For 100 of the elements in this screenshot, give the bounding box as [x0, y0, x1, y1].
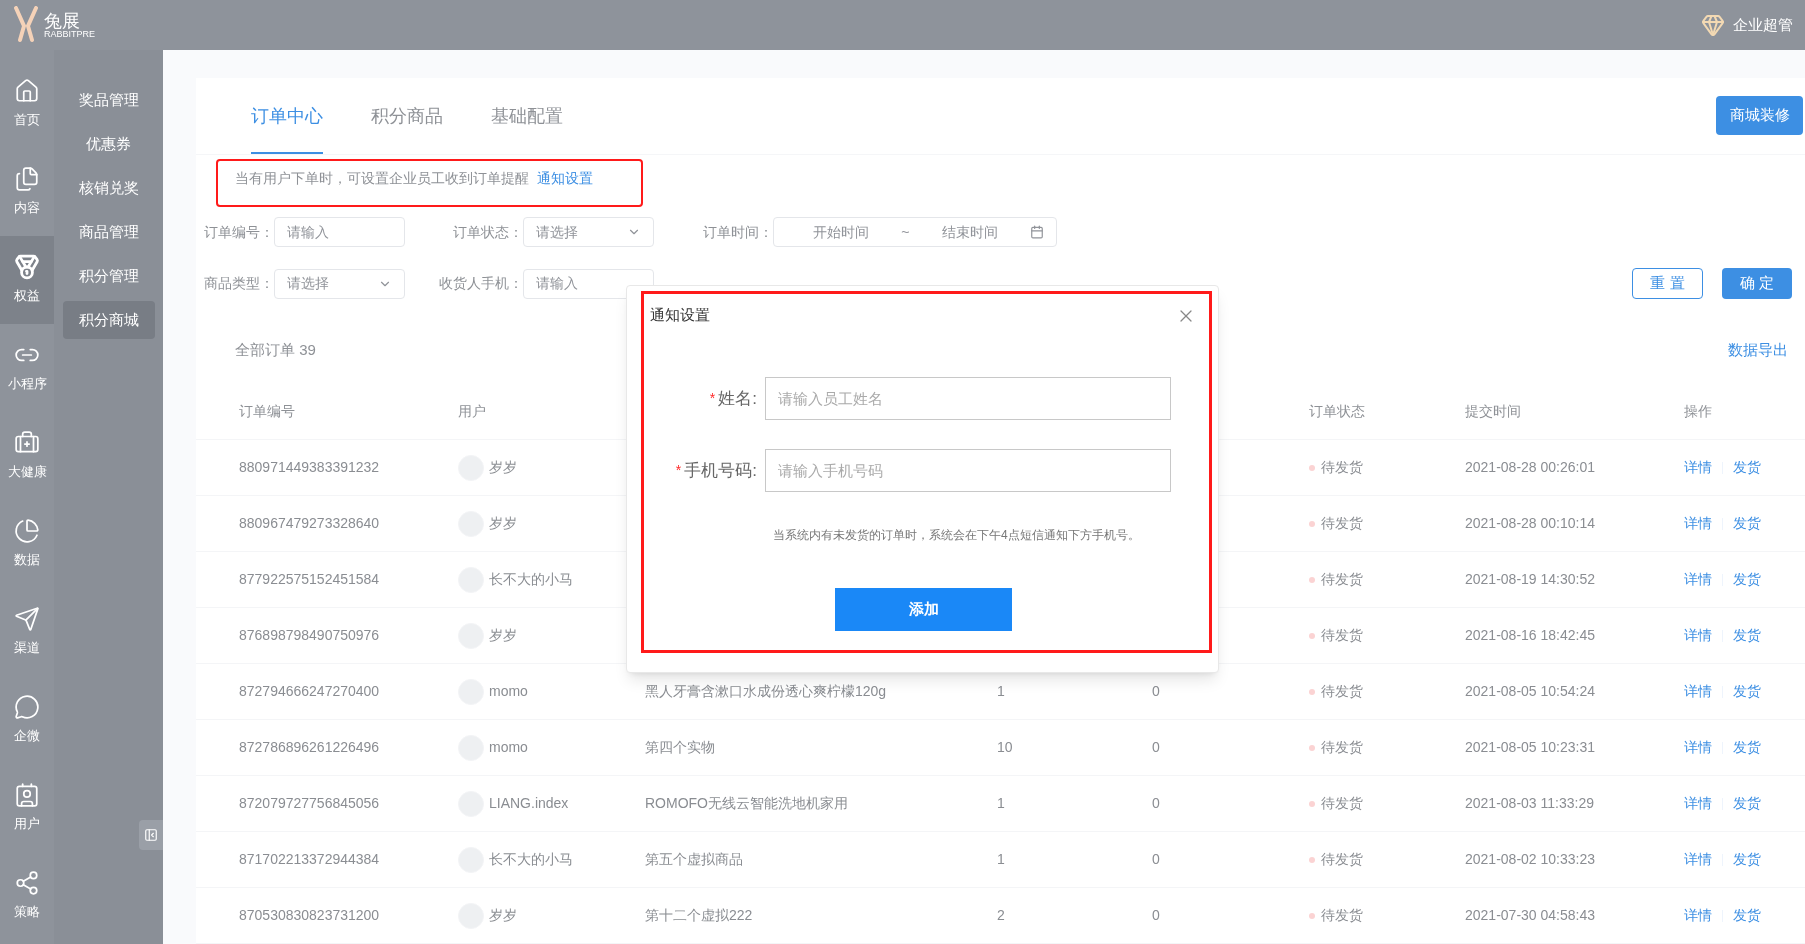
action-link[interactable]: 发货: [1733, 681, 1761, 702]
action-link[interactable]: 发货: [1733, 457, 1761, 478]
reset-button[interactable]: 重 置: [1632, 268, 1703, 299]
rail-item[interactable]: 数据: [0, 500, 54, 588]
documents-icon: [14, 166, 40, 193]
action-link[interactable]: 发货: [1733, 737, 1761, 758]
tab[interactable]: 积分商品: [371, 103, 443, 154]
quantity: 1: [997, 682, 1006, 701]
column-header: 提交时间: [1465, 402, 1522, 421]
user-name: 岁岁: [489, 458, 517, 477]
dialog-title: 通知设置: [650, 305, 710, 326]
action-link[interactable]: 详情: [1684, 793, 1712, 814]
select-field[interactable]: 请选择: [523, 217, 654, 247]
filter-label: 收货人手机：: [438, 274, 523, 293]
action-link[interactable]: 发货: [1733, 905, 1761, 926]
action-link[interactable]: 详情: [1684, 513, 1712, 534]
filter-label: 订单时间：: [702, 222, 773, 242]
export-link[interactable]: 数据导出: [1728, 338, 1788, 362]
product-name: 第十二个虚拟222: [645, 906, 754, 925]
order-status: 待发货: [1321, 458, 1363, 477]
points: 0: [1152, 906, 1161, 925]
quantity: 1: [997, 794, 1006, 813]
shop-decor-button[interactable]: 商城装修: [1716, 96, 1803, 135]
tab[interactable]: 订单中心: [251, 103, 323, 154]
quantity: 1: [997, 850, 1006, 869]
action-link[interactable]: 详情: [1684, 457, 1712, 478]
submit-time: 2021-08-28 00:10:14: [1465, 514, 1596, 533]
notify-settings-link[interactable]: 通知设置: [537, 167, 593, 189]
rail-item[interactable]: 大健康: [0, 412, 54, 500]
filter-label: 商品类型：: [203, 274, 274, 293]
required-mark: *: [675, 461, 682, 480]
action-link[interactable]: 发货: [1733, 513, 1761, 534]
user-name: momo: [489, 738, 528, 757]
submit-time: 2021-08-28 00:26:01: [1465, 458, 1596, 477]
rail-item[interactable]: 渠道: [0, 588, 54, 676]
column-header: 用户: [458, 402, 487, 421]
quantity: 2: [997, 906, 1006, 925]
rail-item[interactable]: 权益: [0, 236, 54, 324]
submenu-item[interactable]: 优惠券: [62, 125, 155, 163]
house-icon: [14, 78, 40, 105]
submit-time: 2021-08-02 10:33:23: [1465, 850, 1596, 869]
order-number: 872079727756845056: [239, 794, 381, 813]
confirm-button[interactable]: 确 定: [1722, 268, 1792, 299]
submenu-item[interactable]: 核销兑奖: [62, 169, 155, 207]
points: 0: [1152, 794, 1161, 813]
add-button[interactable]: 添加: [835, 588, 1012, 631]
select-field[interactable]: 请选择: [274, 268, 405, 299]
submit-time: 2021-08-19 14:30:52: [1465, 570, 1596, 589]
calendar-icon: [1030, 225, 1044, 239]
order-status: 待发货: [1321, 794, 1363, 813]
text-field[interactable]: 请输入: [274, 217, 405, 247]
rail-item[interactable]: 策略: [0, 852, 54, 940]
points: 0: [1152, 682, 1161, 701]
collapse-handle[interactable]: [139, 820, 163, 850]
action-link[interactable]: 详情: [1684, 625, 1712, 646]
user-role-label[interactable]: 企业超管: [1733, 13, 1793, 37]
action-link[interactable]: 发货: [1733, 569, 1761, 590]
share-icon: [14, 870, 40, 897]
action-link[interactable]: 详情: [1684, 905, 1712, 926]
contact-card-icon: [14, 782, 40, 809]
rail-item[interactable]: 内容: [0, 148, 54, 236]
rail-item[interactable]: 小程序: [0, 324, 54, 412]
order-status: 待发货: [1321, 570, 1363, 589]
submit-time: 2021-07-30 04:58:43: [1465, 906, 1596, 925]
order-number: 877922575152451584: [239, 570, 381, 589]
date-range-field[interactable]: 开始时间 ~ 结束时间: [773, 217, 1057, 247]
field-label: 手机号码:: [684, 459, 757, 482]
order-status: 待发货: [1321, 682, 1363, 701]
diamond-icon: [1701, 13, 1725, 37]
action-link[interactable]: 详情: [1684, 737, 1712, 758]
action-link[interactable]: 发货: [1733, 793, 1761, 814]
column-header: 订单编号: [239, 402, 296, 421]
rail-item[interactable]: 首页: [0, 60, 54, 148]
text-field[interactable]: 请输入: [523, 268, 654, 299]
action-link[interactable]: 详情: [1684, 569, 1712, 590]
rail-item[interactable]: 用户: [0, 764, 54, 852]
pie-chart-icon: [14, 518, 40, 545]
rail-item[interactable]: 企微: [0, 676, 54, 764]
product-name: 第五个虚拟商品: [645, 850, 744, 869]
user-name: 岁岁: [489, 514, 517, 533]
action-link[interactable]: 详情: [1684, 681, 1712, 702]
order-status: 待发货: [1321, 626, 1363, 645]
product-name: 第四个实物: [645, 738, 716, 757]
tab[interactable]: 基础配置: [491, 103, 563, 154]
filter-label: 订单编号：: [203, 222, 274, 242]
user-name: LIANG.index: [489, 794, 569, 813]
action-link[interactable]: 发货: [1733, 849, 1761, 870]
user-name: 长不大的小马: [489, 570, 573, 589]
order-status: 待发货: [1321, 738, 1363, 757]
text-field[interactable]: 请输入手机号码: [765, 449, 1171, 492]
text-field[interactable]: 请输入员工姓名: [765, 377, 1171, 420]
action-link[interactable]: 详情: [1684, 849, 1712, 870]
submenu-item[interactable]: 商品管理: [62, 213, 155, 251]
submenu-item[interactable]: 奖品管理: [62, 81, 155, 119]
order-number: 870530830823731200: [239, 906, 381, 925]
submit-time: 2021-08-05 10:54:24: [1465, 682, 1596, 701]
submenu-item[interactable]: 积分商城: [62, 301, 155, 339]
order-number: 871702213372944384: [239, 850, 381, 869]
submenu-item[interactable]: 积分管理: [62, 257, 155, 295]
action-link[interactable]: 发货: [1733, 625, 1761, 646]
